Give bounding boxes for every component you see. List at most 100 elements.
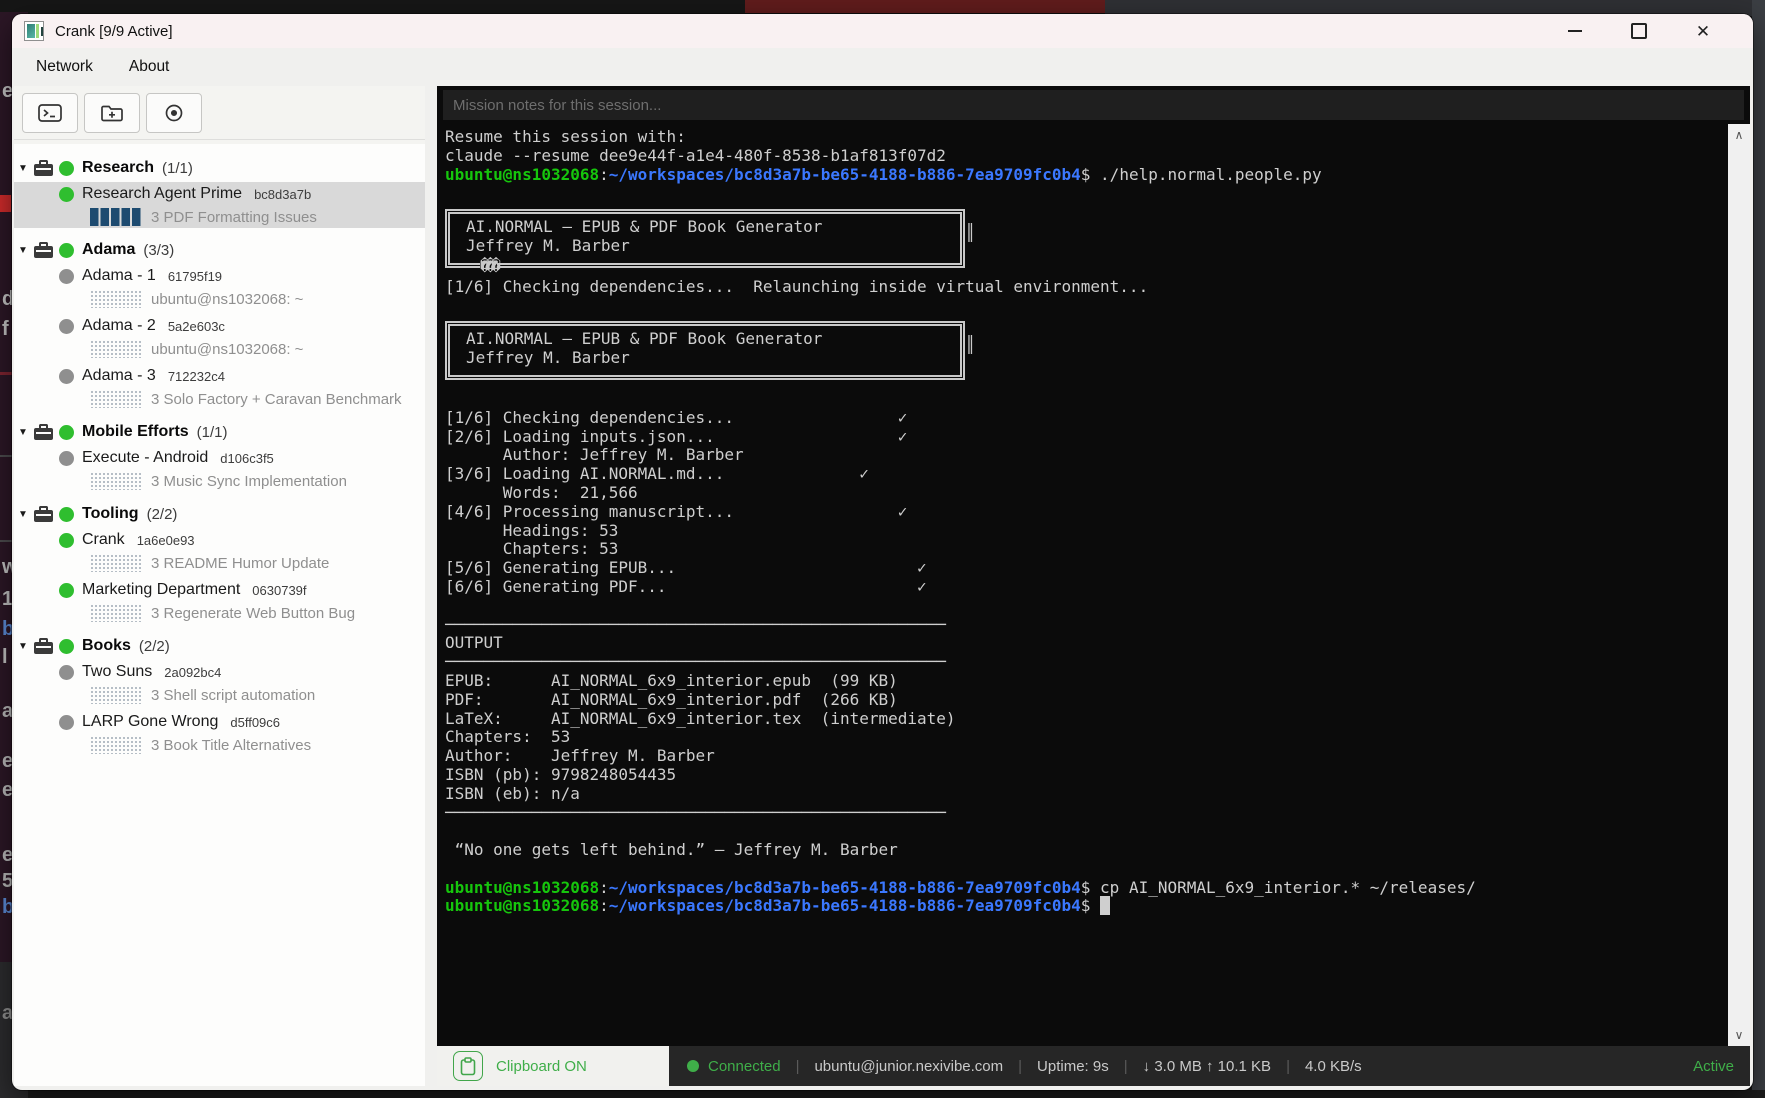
session-status-dot [59,583,74,598]
minimize-button[interactable] [1543,14,1607,48]
tree-group-header[interactable]: ▼Mobile Efforts(1/1) [14,418,425,446]
tree-group-header[interactable]: ▼ Books (2/2) [14,632,425,660]
background-window-red-bar [745,0,1105,13]
clipboard-toggle[interactable]: Clipboard ON [437,1046,669,1086]
terminal-output[interactable]: Resume this session with:claude --resume… [437,124,1728,1046]
tree-item[interactable]: LARP Gone Wrongd5ff09c63 Book Title Alte… [14,710,425,756]
terminal-line: Resume this session with: [445,128,1728,147]
terminal-line: ubuntu@ns1032068:~/workspaces/bc8d3a7b-b… [445,166,1728,185]
terminal-line: “No one gets left behind.” — Jeffrey M. … [445,841,1728,860]
group-count: (1/1) [197,424,228,441]
session-name: Research Agent Prime [82,185,242,203]
tree-group: ▼Research(1/1)Research Agent Primebc8d3a… [14,154,425,228]
group-count: (2/2) [139,638,170,655]
tree-group: ▼ Books (2/2) Two Suns2a092bc43 Shell scrip… [14,632,425,756]
briefcase-icon [34,160,53,176]
window-title: Crank [9/9 Active] [55,23,173,40]
group-name: Research [82,159,154,177]
session-name: Adama - 2 [82,317,156,335]
session-subtitle: 3 Solo Factory + Caravan Benchmark [151,391,402,408]
tree-item[interactable]: Adama - 25a2e603cubuntu@ns1032068: ~ [14,314,425,360]
group-name: Adama [82,241,135,259]
tree-item[interactable]: Two Suns2a092bc43 Shell script automatio… [14,660,425,706]
terminal-panel: Resume this session with:claude --resume… [437,86,1750,1086]
remote-host: ubuntu@junior.nexivibe.com [814,1058,1003,1075]
terminal-line: [5/6] Generating EPUB... ✓ [445,559,1728,578]
session-name: Adama - 3 [82,367,156,385]
scroll-up-icon[interactable]: ∧ [1728,126,1750,144]
terminal-line: Author: Jeffrey M. Barber [445,446,1728,465]
menu-network[interactable]: Network [36,58,93,76]
ascii-banner-box: AI.NORMAL — EPUB & PDF Book GeneratorJef… [445,321,965,380]
transfer-rate: 4.0 KB/s [1305,1058,1362,1075]
session-subtitle: 3 README Humor Update [151,555,329,572]
session-hash: 61795f19 [168,269,222,284]
group-status-dot [59,425,74,440]
close-button[interactable]: ✕ [1671,14,1735,48]
background-right-strip [1752,0,1765,1098]
terminal-line: [6/6] Generating PDF... ✓ [445,578,1728,597]
tree-group-header[interactable]: ▼Research(1/1) [14,154,425,182]
tree-item[interactable]: Research Agent Prime bc8d3a7b 3 PDF Format… [14,182,425,228]
session-progress-bar [90,604,142,622]
terminal-line: ubuntu@ns1032068:~/workspaces/bc8d3a7b-b… [445,897,1728,916]
scroll-down-icon[interactable]: ∨ [1728,1026,1750,1044]
terminal-icon [37,103,63,123]
briefcase-icon [34,506,53,522]
session-status-dot [59,319,74,334]
session-progress-bar [90,340,142,358]
tree-group-header[interactable]: ▼Tooling(2/2) [14,500,425,528]
new-terminal-button[interactable] [22,93,78,133]
tree-group-header[interactable]: ▼Adama(3/3) [14,236,425,264]
session-subtitle: 3 PDF Formatting Issues [151,209,317,226]
session-status-dot [59,187,74,202]
session-subtitle: 3 Shell script automation [151,687,315,704]
watch-button[interactable] [146,93,202,133]
app-window: Crank [9/9 Active] ✕ Network About [12,14,1753,1090]
session-subtitle: ubuntu@ns1032068: ~ [151,341,303,358]
group-name: Books [82,637,131,655]
connection-dot-icon [687,1060,699,1072]
tree-item[interactable]: Adama - 3712232c43 Solo Factory + Carava… [14,364,425,410]
session-status-dot [59,533,74,548]
group-count: (2/2) [147,506,178,523]
tree-item[interactable]: Crank1a6e0e933 README Humor Update [14,528,425,574]
session-hash: 0630739f [252,583,306,598]
session-subtitle: ubuntu@ns1032068: ~ [151,291,303,308]
terminal-blank-line [445,860,1728,879]
chevron-down-icon[interactable]: ▼ [18,641,34,652]
terminal-line: Author: Jeffrey M. Barber [445,747,1728,766]
session-status-dot [59,269,74,284]
chevron-down-icon[interactable]: ▼ [18,509,34,520]
session-name: Marketing Department [82,581,240,599]
session-name: Execute - Android [82,449,208,467]
menu-about[interactable]: About [129,58,170,76]
status-bar: Clipboard ON Connected | ubuntu@junior.n… [437,1046,1750,1086]
background-bottom-strip [0,1090,1765,1098]
chevron-down-icon[interactable]: ▼ [18,427,34,438]
briefcase-icon [34,424,53,440]
new-session-button[interactable] [84,93,140,133]
tree-item[interactable]: Execute - Androidd106c3f53 Music Sync Im… [14,446,425,492]
briefcase-icon [34,242,53,258]
terminal-blank-line [445,822,1728,841]
session-hash: d106c3f5 [220,451,274,466]
session-hash: bc8d3a7b [254,187,311,202]
session-name: Two Suns [82,663,152,681]
terminal-scrollbar[interactable]: ∧ ∨ [1728,124,1750,1046]
group-status-dot [59,243,74,258]
folder-plus-icon [99,103,125,123]
terminal-line: ────────────────────────────────────────… [445,804,1728,823]
tree-item[interactable]: Adama - 161795f19ubuntu@ns1032068: ~ [14,264,425,310]
status-info: Connected | ubuntu@junior.nexivibe.com |… [669,1046,1750,1086]
chevron-down-icon[interactable]: ▼ [18,163,34,174]
sidebar-divider [14,139,425,140]
maximize-button[interactable] [1607,14,1671,48]
terminal-line: [3/6] Loading AI.NORMAL.md... ✓ [445,465,1728,484]
menu-bar: Network About [12,48,1753,86]
session-progress-bar [90,686,142,704]
tree-item[interactable]: Marketing Department0630739f3 Regenerate… [14,578,425,624]
chevron-down-icon[interactable]: ▼ [18,245,34,256]
session-name: LARP Gone Wrong [82,713,218,731]
mission-notes-input[interactable] [443,90,1744,120]
